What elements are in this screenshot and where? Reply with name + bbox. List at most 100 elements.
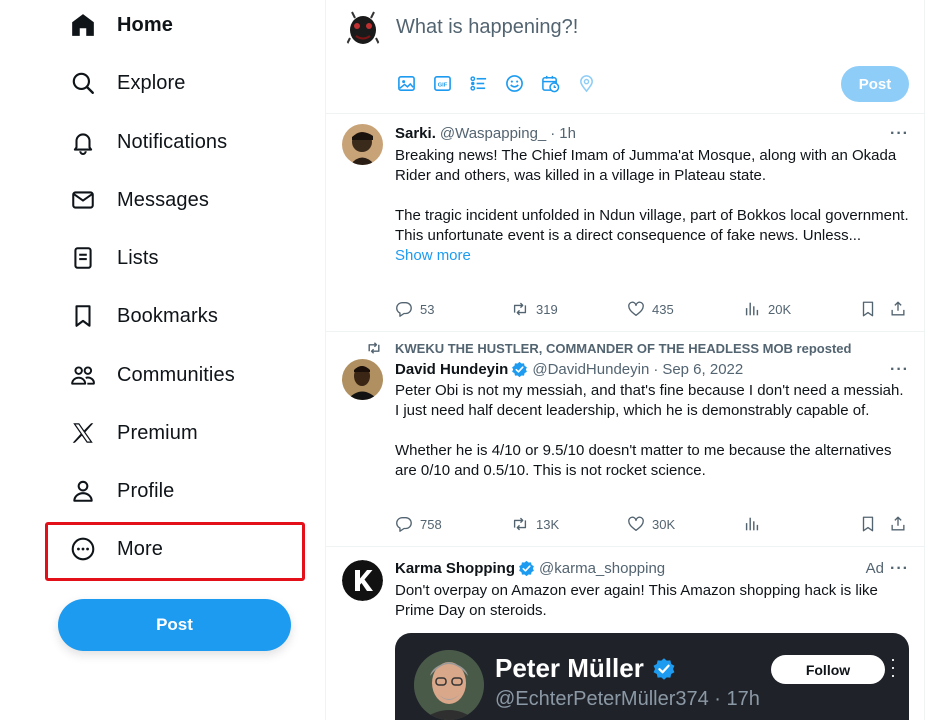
tweet-timestamp[interactable]: Sep 6, 2022 — [662, 361, 743, 378]
share-icon — [891, 516, 905, 531]
emoji-icon[interactable] — [504, 73, 524, 93]
reply-button[interactable]: 53 — [395, 300, 434, 318]
sidebar-item-label: Home — [117, 13, 173, 36]
sidebar-item-home[interactable]: Home — [58, 0, 298, 50]
compose-input[interactable]: What is happening?! — [396, 16, 578, 39]
like-count: 30K — [652, 516, 676, 532]
location-icon[interactable] — [576, 73, 596, 93]
sidebar-item-explore[interactable]: Explore — [58, 58, 298, 108]
sidebar-item-notifications[interactable]: Notifications — [58, 117, 298, 167]
tweet-more-icon[interactable]: ··· — [890, 560, 909, 578]
reply-icon — [396, 302, 412, 317]
tweet-actions: 758 13K 30K — [395, 515, 910, 535]
card-author-name: Peter Müller — [495, 653, 676, 684]
reply-button[interactable]: 758 — [395, 515, 442, 533]
show-more-link[interactable]: Show more — [395, 247, 471, 264]
avatar[interactable] — [342, 560, 383, 601]
like-button[interactable]: 30K — [627, 515, 675, 533]
more-circle-icon — [68, 534, 98, 564]
sidebar-item-lists[interactable]: Lists — [58, 233, 298, 283]
tweet-timestamp[interactable]: 1h — [559, 125, 576, 142]
avatar[interactable] — [342, 124, 383, 165]
repost-count: 13K — [536, 516, 560, 532]
bookmark-button[interactable] — [859, 515, 877, 533]
tweet-more-icon[interactable]: ··· — [890, 125, 909, 143]
like-count: 435 — [652, 301, 674, 317]
gif-icon[interactable]: GIF — [432, 73, 452, 93]
bell-icon — [68, 127, 98, 157]
tweet-more-icon[interactable]: ··· — [890, 361, 909, 379]
views-icon — [745, 302, 759, 316]
sidebar-item-more[interactable]: More — [58, 524, 298, 574]
tweet-author-name[interactable]: Karma Shopping — [395, 560, 515, 577]
sidebar-nav: Home Explore Notifications Messages List… — [0, 0, 325, 720]
ad-label: Ad — [865, 560, 884, 577]
sidebar-item-bookmarks[interactable]: Bookmarks — [58, 291, 298, 341]
poll-icon[interactable] — [468, 73, 488, 93]
tweet-paragraph: Whether he is 4/10 or 9.5/10 doesn't mat… — [395, 442, 892, 479]
reply-count: 758 — [420, 516, 442, 532]
composer-toolbar: GIF — [396, 73, 596, 93]
tweet-actions: 53 319 435 20K — [395, 300, 910, 320]
tweet-author-name[interactable]: Sarki. — [395, 125, 436, 142]
sidebar-item-messages[interactable]: Messages — [58, 175, 298, 225]
sidebar-item-communities[interactable]: Communities — [58, 350, 298, 400]
compose-post-button[interactable]: Post — [841, 66, 909, 102]
repost-button[interactable]: 319 — [511, 300, 558, 318]
tweet-paragraph: Peter Obi is not my messiah, and that's … — [395, 382, 904, 419]
views-button[interactable]: 20K — [743, 300, 791, 318]
tweet-header: Sarki. @Waspapping_ · 1h — [395, 125, 576, 142]
sidebar-item-label: Explore — [117, 71, 186, 94]
like-button[interactable]: 435 — [627, 300, 674, 318]
verified-badge-icon — [653, 657, 675, 680]
sidebar-item-profile[interactable]: Profile — [58, 466, 298, 516]
avatar[interactable] — [342, 8, 384, 50]
share-button[interactable] — [889, 300, 907, 318]
tweet[interactable]: Sarki. @Waspapping_ · 1h ··· Breaking ne… — [326, 114, 924, 332]
tweet[interactable]: KWEKU THE HUSTLER, COMMANDER OF THE HEAD… — [326, 332, 924, 547]
tweet-paragraph: Don't overpay on Amazon ever again! This… — [395, 582, 878, 619]
sidebar-post-button[interactable]: Post — [58, 599, 291, 651]
repost-by-label[interactable]: KWEKU THE HUSTLER, COMMANDER OF THE HEAD… — [395, 341, 851, 356]
repost-icon — [368, 342, 380, 354]
sidebar-item-premium[interactable]: Premium — [58, 408, 298, 458]
bookmark-icon — [68, 301, 98, 331]
repost-icon — [513, 302, 527, 316]
sidebar-item-label: Premium — [117, 421, 198, 444]
list-icon — [68, 243, 98, 273]
avatar[interactable] — [342, 359, 383, 400]
tweet-header: David Hundeyin @DavidHundeyin · Sep 6, 2… — [395, 361, 743, 378]
search-icon — [68, 68, 98, 98]
tweet-author-name[interactable]: David Hundeyin — [395, 361, 508, 378]
separator-dot: · — [653, 361, 659, 378]
repost-button[interactable]: 13K — [511, 515, 559, 533]
post-composer: What is happening?! GIF Post — [326, 0, 924, 114]
reply-count: 53 — [420, 301, 435, 317]
card-name-text: Peter Müller — [495, 653, 644, 683]
sidebar-item-label: Profile — [117, 479, 175, 502]
verified-badge-icon — [512, 361, 528, 378]
sidebar-item-label: Messages — [117, 188, 209, 211]
card-more-icon[interactable]: · · · — [889, 650, 897, 684]
card-author-handle: @EchterPeterMüller374 · 17h — [495, 688, 760, 710]
person-icon — [68, 476, 98, 506]
tweet-text: Breaking news! The Chief Imam of Jumma'a… — [395, 146, 910, 266]
views-button[interactable] — [743, 515, 761, 533]
repost-context: KWEKU THE HUSTLER, COMMANDER OF THE HEAD… — [366, 340, 851, 356]
image-icon[interactable] — [396, 73, 416, 93]
tweet-text: Don't overpay on Amazon ever again! This… — [395, 581, 910, 621]
tweet-author-handle[interactable]: @Waspapping_ — [440, 125, 546, 142]
schedule-icon[interactable] — [540, 73, 560, 93]
sidebar-item-label: Lists — [117, 246, 159, 269]
card-follow-button[interactable]: Follow — [771, 655, 885, 684]
ad-media-card[interactable]: Peter Müller @EchterPeterMüller374 · 17h… — [395, 633, 909, 720]
tweet-author-handle[interactable]: @karma_shopping — [539, 560, 665, 577]
separator-dot: · — [550, 125, 556, 142]
bookmark-button[interactable] — [859, 300, 877, 318]
heart-icon — [628, 516, 644, 531]
main-timeline: What is happening?! GIF Post Sarki. @Was… — [325, 0, 925, 720]
share-button[interactable] — [889, 515, 907, 533]
tweet-author-handle[interactable]: @DavidHundeyin — [532, 361, 649, 378]
home-icon — [68, 10, 98, 40]
repost-icon — [513, 517, 527, 531]
